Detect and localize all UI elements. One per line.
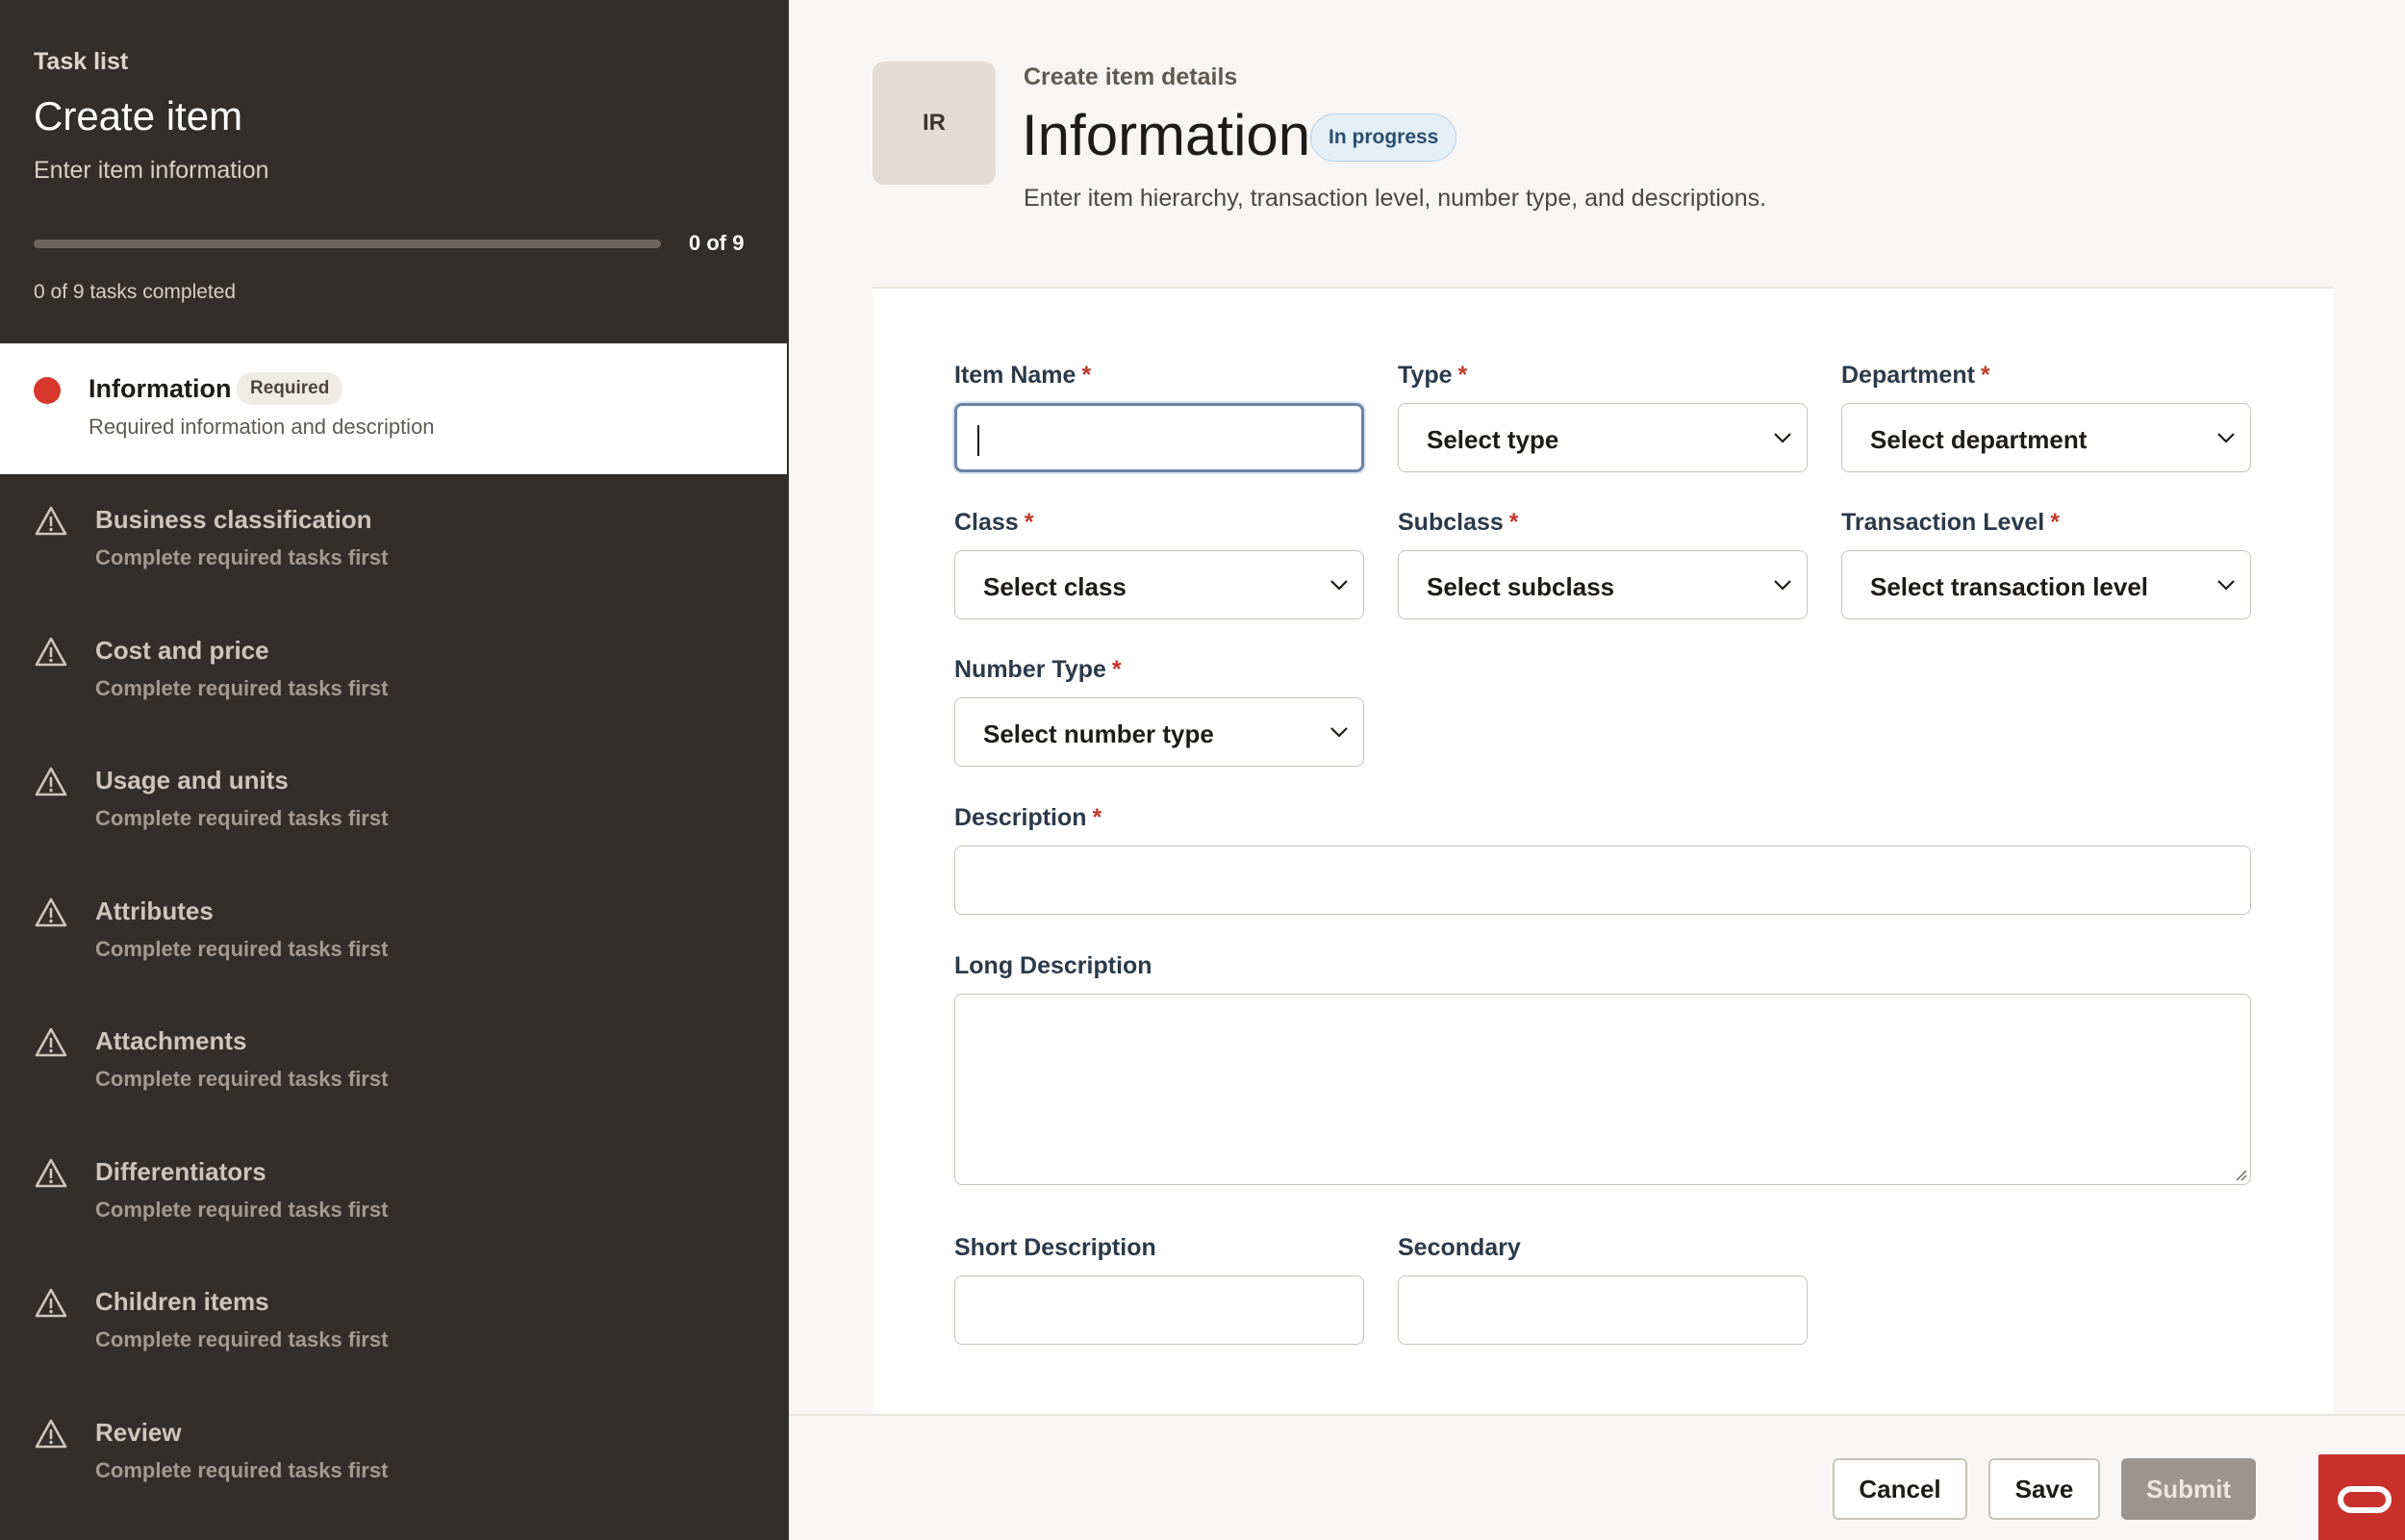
sidebar-item-description: Complete required tasks first [95, 1198, 389, 1222]
type-label: Type * [1398, 362, 1468, 389]
short-description-input[interactable] [954, 1275, 1364, 1345]
sidebar-item-description: Complete required tasks first [95, 1327, 389, 1351]
warning-icon [35, 1288, 67, 1318]
warning-icon [35, 506, 67, 536]
page-title: Information [1022, 103, 1311, 167]
form-footer: Cancel Save Submit [789, 1414, 2405, 1540]
number-type-label: Number Type * [954, 656, 1122, 683]
long-description-textarea[interactable] [954, 994, 2251, 1185]
progress-completed-text: 0 of 9 tasks completed [34, 281, 237, 303]
chevron-down-icon [2217, 433, 2235, 443]
sidebar-item-description: Required information and description [89, 415, 435, 439]
sidebar-item-usage-and-units[interactable]: Usage and units Complete required tasks f… [0, 735, 789, 866]
submit-button[interactable]: Submit [2121, 1458, 2256, 1520]
chevron-down-icon [2217, 580, 2235, 591]
chevron-down-icon [1774, 433, 1791, 443]
item-name-label: Item Name * [954, 362, 1092, 389]
number-type-select-value: Select number type [983, 720, 1214, 748]
main-content: IR Create item details Information In pr… [789, 0, 2405, 1540]
sidebar-item-description: Complete required tasks first [95, 1067, 389, 1091]
subclass-label: Subclass * [1398, 509, 1519, 536]
warning-icon [35, 897, 67, 927]
warning-icon [35, 767, 67, 796]
text-caret [977, 425, 979, 456]
type-select[interactable]: Select type [1398, 403, 1808, 472]
number-type-select[interactable]: Select number type [954, 697, 1364, 767]
sidebar-item-description: Complete required tasks first [95, 806, 389, 830]
form-card: Item Name * Type * Select type Department *… [873, 287, 2333, 1414]
type-select-value: Select type [1427, 425, 1559, 454]
warning-icon [35, 1158, 67, 1188]
progress-bar [34, 239, 661, 248]
department-select[interactable]: Select department [1841, 403, 2251, 472]
cancel-button[interactable]: Cancel [1833, 1458, 1967, 1520]
progress-row: 0 of 9 [34, 231, 755, 256]
warning-icon [35, 1027, 67, 1057]
chevron-down-icon [1774, 580, 1791, 591]
sidebar-item-label: Attributes [95, 896, 214, 925]
sidebar-item-label: Business classification [95, 505, 372, 534]
sidebar-item-information[interactable]: Information Required Required informatio… [0, 343, 789, 474]
sidebar-subtitle: Enter item information [34, 157, 269, 184]
page-eyebrow: Create item details [1024, 63, 1238, 90]
sidebar-item-label: Usage and units [95, 766, 289, 795]
sidebar-item-review[interactable]: Review Complete required tasks first [0, 1387, 789, 1518]
subclass-select[interactable]: Select subclass [1398, 550, 1808, 619]
sidebar-item-label: Attachments [95, 1026, 247, 1055]
sidebar-item-business-classification[interactable]: Business classification Complete required… [0, 474, 789, 605]
transaction-level-label: Transaction Level * [1841, 509, 2060, 536]
sidebar-item-label: Cost and price [95, 636, 269, 665]
save-button[interactable]: Save [1988, 1458, 2100, 1520]
sidebar-item-attributes[interactable]: Attributes Complete required tasks first [0, 866, 789, 997]
warning-icon [35, 1419, 67, 1449]
oracle-logo[interactable] [2318, 1454, 2405, 1540]
sidebar-item-label: Differentiators [95, 1157, 266, 1186]
progress-count: 0 of 9 [689, 231, 745, 255]
long-description-label: Long Description [954, 952, 1152, 979]
sidebar-kicker: Task list [34, 48, 129, 75]
description-label: Description * [954, 804, 1102, 831]
sidebar-item-differentiators[interactable]: Differentiators Complete required tasks f… [0, 1126, 789, 1257]
sidebar-item-label: Children items [95, 1287, 269, 1316]
class-label: Class * [954, 509, 1034, 536]
status-badge: In progress [1310, 114, 1457, 162]
chevron-down-icon [1330, 580, 1348, 591]
class-select-value: Select class [983, 572, 1127, 601]
oracle-ring-icon [2338, 1486, 2392, 1513]
sidebar-item-description: Complete required tasks first [95, 1458, 389, 1482]
transaction-level-select[interactable]: Select transaction level [1841, 550, 2251, 619]
sidebar-item-label: Review [95, 1418, 182, 1447]
status-dot-icon [34, 377, 61, 404]
sidebar-item-children-items[interactable]: Children items Complete required tasks fi… [0, 1256, 789, 1387]
description-input[interactable] [954, 846, 2251, 915]
sidebar-item-description: Complete required tasks first [95, 545, 389, 569]
sidebar-item-cost-and-price[interactable]: Cost and price Complete required tasks fi… [0, 605, 789, 736]
sidebar-title: Create item [34, 93, 243, 139]
sidebar-item-label: Information [89, 374, 232, 403]
task-sidebar: Task list Create item Enter item informa… [0, 0, 789, 1540]
page-description: Enter item hierarchy, transaction level,… [1024, 185, 1767, 212]
department-select-value: Select department [1870, 425, 2088, 454]
chevron-down-icon [1330, 727, 1348, 738]
department-label: Department * [1841, 362, 1990, 389]
avatar: IR [873, 62, 996, 185]
sidebar-item-description: Complete required tasks first [95, 676, 389, 700]
sidebar-item-attachments[interactable]: Attachments Complete required tasks first [0, 996, 789, 1126]
subclass-select-value: Select subclass [1427, 572, 1615, 601]
sidebar-item-description: Complete required tasks first [95, 937, 389, 961]
short-description-label: Short Description [954, 1234, 1156, 1261]
item-name-input[interactable] [954, 403, 1364, 472]
secondary-label: Secondary [1398, 1234, 1521, 1261]
required-badge: Required [237, 372, 343, 405]
class-select[interactable]: Select class [954, 550, 1364, 619]
transaction-level-select-value: Select transaction level [1870, 572, 2149, 601]
secondary-input[interactable] [1398, 1275, 1808, 1345]
resize-handle-icon[interactable] [2234, 1168, 2247, 1181]
sidebar-header: Task list Create item Enter item informa… [0, 0, 789, 343]
warning-icon [35, 637, 67, 667]
